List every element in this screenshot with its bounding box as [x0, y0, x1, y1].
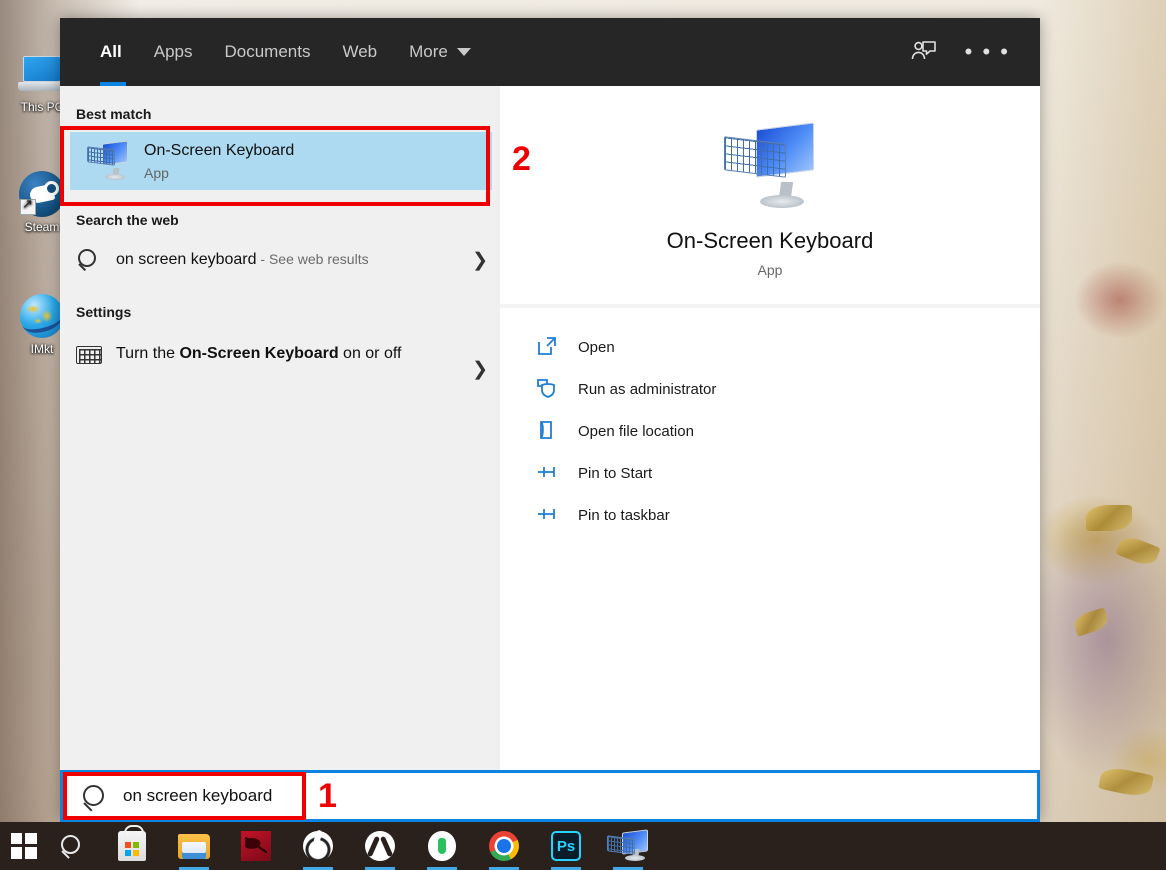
chrome-icon: [489, 831, 519, 861]
action-pin-to-start[interactable]: Pin to Start: [500, 452, 1040, 494]
action-label: Pin to taskbar: [578, 506, 670, 524]
on-screen-keyboard-button[interactable]: [604, 822, 652, 870]
feedback-icon[interactable]: [911, 40, 937, 64]
chevron-right-icon: ❯: [472, 249, 488, 271]
tab-documents[interactable]: Documents: [208, 18, 326, 86]
pin-icon: [536, 503, 560, 527]
steelseries-button[interactable]: [294, 822, 342, 870]
pin-icon: [536, 461, 560, 485]
search-results-column: Best match On-Screen Keyboard App Search…: [60, 86, 500, 820]
header-actions: • • •: [911, 40, 1040, 64]
desktop-icon-label: This PC: [20, 100, 64, 114]
section-heading-search-the-web: Search the web: [76, 212, 179, 228]
game-icon: [241, 831, 271, 861]
windows-logo-icon: [11, 833, 37, 859]
action-label: Open: [578, 338, 615, 356]
search-tabs: All Apps Documents Web More: [60, 18, 487, 86]
app-actions-list: Open Run as administrator Open file loca…: [500, 308, 1040, 546]
search-icon: [76, 247, 102, 273]
tab-more[interactable]: More: [393, 18, 487, 86]
action-open-file-location[interactable]: Open file location: [500, 410, 1040, 452]
on-screen-keyboard-icon: [722, 122, 818, 210]
action-open[interactable]: Open: [500, 326, 1040, 368]
app-name: On-Screen Keyboard: [666, 228, 874, 253]
wallpaper-gold-accent: [1098, 764, 1154, 800]
action-run-as-administrator[interactable]: Run as administrator: [500, 368, 1040, 410]
tab-label: Web: [342, 42, 378, 61]
globe-icon: [18, 292, 66, 340]
tab-apps[interactable]: Apps: [138, 18, 209, 86]
desktop-icon-label: IMkt: [30, 342, 54, 356]
result-toggle-osk-setting[interactable]: Turn the On-Screen Keyboard on or off ❯: [60, 330, 500, 390]
result-on-screen-keyboard[interactable]: On-Screen Keyboard App: [70, 132, 492, 190]
wallpaper-gold-accent: [1115, 533, 1161, 569]
action-label: Pin to Start: [578, 464, 653, 482]
computer-icon: [18, 50, 66, 98]
tab-label: All: [100, 42, 122, 61]
result-title: On-Screen Keyboard: [144, 142, 295, 160]
microsoft-store-button[interactable]: [108, 822, 156, 870]
tab-label: Apps: [153, 42, 193, 61]
chrome-button[interactable]: [480, 822, 528, 870]
xbox-icon: [365, 831, 395, 861]
chevron-down-icon: [456, 48, 471, 56]
result-query-text: on screen keyboard: [116, 250, 257, 268]
section-heading-best-match: Best match: [76, 106, 152, 122]
store-icon: [118, 825, 146, 861]
on-screen-keyboard-icon: [86, 140, 130, 181]
result-see-web-results: - See web results: [256, 250, 369, 267]
taskbar: Ps: [0, 822, 1166, 870]
evernote-icon: [428, 831, 456, 861]
more-options-icon[interactable]: • • •: [965, 41, 1010, 63]
photoshop-button[interactable]: Ps: [542, 822, 590, 870]
tab-label: More: [409, 42, 448, 61]
section-heading-settings: Settings: [76, 304, 132, 320]
keyboard-icon: [76, 346, 102, 364]
xbox-button[interactable]: [356, 822, 404, 870]
wallpaper-gold-accent: [1071, 607, 1111, 637]
app-preview-header: On-Screen Keyboard App: [500, 86, 1040, 304]
search-results-body: Best match On-Screen Keyboard App Search…: [60, 86, 1040, 820]
search-tab-bar: All Apps Documents Web More • • •: [60, 18, 1040, 86]
annotation-marker-1: 1: [318, 777, 337, 815]
search-icon: [81, 783, 107, 809]
taskbar-search-button[interactable]: [48, 822, 96, 870]
search-bar-container: on screen keyboard 1: [60, 770, 1040, 822]
setting-title-prefix: Turn the: [116, 345, 180, 362]
app-kind: App: [757, 262, 783, 278]
desktop-icon-label: Steam: [24, 220, 60, 234]
folder-location-icon: [536, 419, 560, 443]
setting-title-bold: On-Screen Keyboard: [179, 345, 339, 362]
annotation-marker-2: 2: [512, 140, 531, 178]
tab-web[interactable]: Web: [326, 18, 393, 86]
search-flyout-panel: All Apps Documents Web More • • • Best m…: [60, 18, 1040, 820]
steelseries-icon: [303, 831, 333, 861]
open-icon: [536, 335, 560, 359]
search-icon: [59, 833, 85, 859]
result-subtitle: App: [144, 164, 169, 181]
on-screen-keyboard-icon: [606, 829, 650, 862]
evernote-button[interactable]: [418, 822, 466, 870]
tab-label: Documents: [224, 42, 311, 61]
result-web-search[interactable]: on screen keyboard - See web results ❯: [60, 238, 500, 282]
start-button[interactable]: [0, 822, 48, 870]
action-label: Open file location: [578, 422, 694, 440]
file-explorer-button[interactable]: [170, 822, 218, 870]
search-input[interactable]: on screen keyboard: [123, 786, 272, 806]
folder-icon: [178, 833, 210, 859]
search-input-bar[interactable]: on screen keyboard: [60, 770, 1040, 822]
chevron-right-icon: ❯: [472, 359, 488, 380]
action-label: Run as administrator: [578, 380, 717, 398]
game-app-button[interactable]: [232, 822, 280, 870]
app-preview-column: On-Screen Keyboard App Open Run as admin…: [500, 86, 1040, 820]
photoshop-icon: Ps: [551, 831, 581, 861]
shield-icon: [536, 377, 560, 401]
wallpaper-gold-accent: [1086, 505, 1132, 531]
steam-icon: [18, 170, 66, 218]
tab-all[interactable]: All: [88, 18, 138, 86]
setting-title-suffix: on or off: [338, 345, 402, 362]
action-pin-to-taskbar[interactable]: Pin to taskbar: [500, 494, 1040, 536]
